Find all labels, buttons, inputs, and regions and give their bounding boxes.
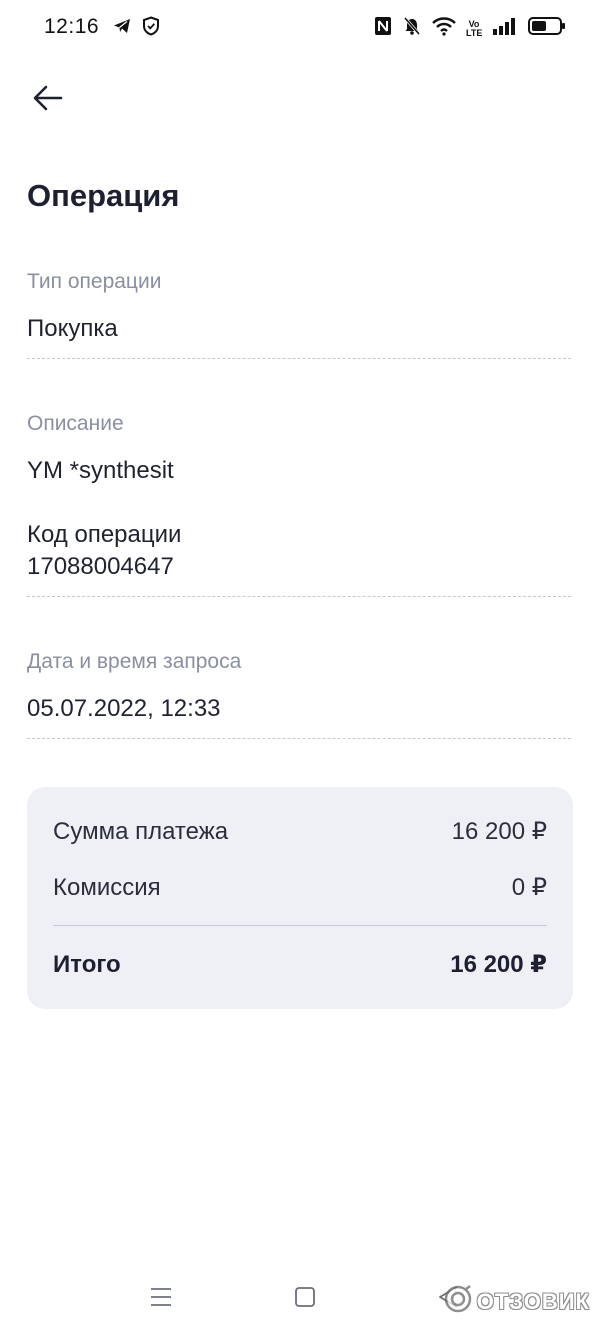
status-time: 12:16: [44, 15, 100, 38]
request-datetime-value: 05.07.2022, 12:33: [27, 695, 221, 722]
divider: [27, 738, 571, 739]
signal-icon: [492, 16, 518, 41]
total-row: Итого 16 200 ₽: [53, 950, 547, 979]
home-button[interactable]: [292, 1284, 318, 1315]
fee-row: Комиссия 0 ₽: [53, 873, 547, 902]
shield-icon: [142, 16, 160, 41]
operation-code-value: 17088004647: [27, 553, 174, 580]
summary-card: Сумма платежа 16 200 ₽ Комиссия 0 ₽ Итог…: [27, 787, 573, 1009]
operation-code-label: Код операции: [27, 521, 182, 548]
telegram-icon: [112, 16, 132, 41]
payment-value: 16 200 ₽: [451, 818, 547, 845]
nfc-icon: [374, 16, 392, 41]
payment-label: Сумма платежа: [53, 817, 229, 845]
back-button[interactable]: [28, 82, 68, 118]
status-bar: 12:16 Vo LTE: [0, 0, 600, 54]
total-value: 16 200 ₽: [450, 951, 547, 978]
status-right-icons: Vo LTE: [374, 16, 566, 41]
operation-type-value: Покупка: [27, 315, 118, 342]
recent-apps-button[interactable]: [148, 1284, 174, 1315]
page-title: Операция: [27, 178, 180, 213]
otzovik-logo-icon: [443, 1284, 473, 1319]
operation-type-label: Тип операции: [27, 270, 162, 293]
fee-value: 0 ₽: [511, 874, 547, 901]
description-label: Описание: [27, 412, 124, 435]
status-left-icons: [112, 16, 160, 41]
volte-icon: Vo LTE: [466, 18, 483, 38]
divider: [27, 596, 571, 597]
arrow-left-icon: [32, 84, 64, 117]
fee-label: Комиссия: [53, 873, 161, 901]
menu-icon: [148, 1284, 174, 1315]
wifi-icon: [432, 16, 456, 41]
bell-off-icon: [402, 16, 422, 41]
description-value: YM *synthesit: [27, 457, 174, 484]
total-label: Итого: [53, 950, 121, 978]
battery-icon: [528, 16, 566, 41]
watermark-text: ОТЗОВИК: [476, 1288, 590, 1314]
divider: [27, 358, 571, 359]
request-datetime-label: Дата и время запроса: [27, 650, 242, 673]
payment-row: Сумма платежа 16 200 ₽: [53, 817, 547, 846]
home-icon: [292, 1284, 318, 1315]
card-divider: [53, 925, 547, 926]
watermark: ОТЗОВИК: [443, 1284, 590, 1319]
